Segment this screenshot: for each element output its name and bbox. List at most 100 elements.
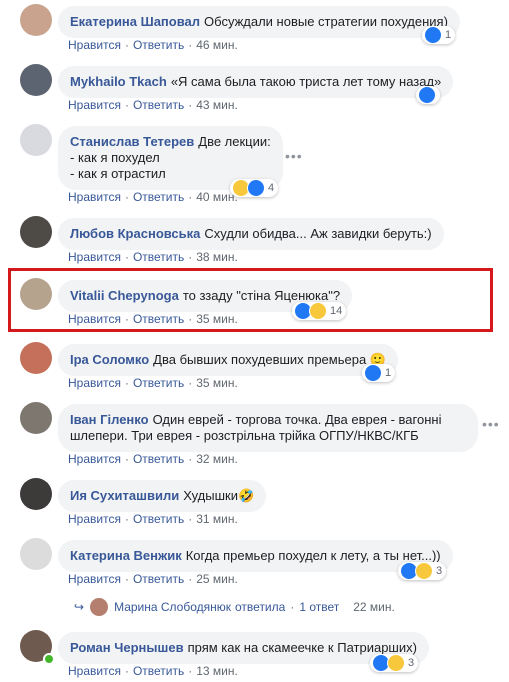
like-link[interactable]: Нравится (68, 250, 121, 264)
comment-text: Схудли обидва... Аж завидки беруть:) (204, 226, 432, 241)
comment-actions: Нравится · Ответить · 13 мин. (68, 664, 238, 678)
comment-text: прям как на скамеечке к Патриарших) (187, 640, 417, 655)
comment-text: Один еврей - торгова точка. Два еврея - … (152, 412, 442, 427)
reactions-badge[interactable]: 1 (362, 364, 396, 382)
comment-text: Худышки (183, 488, 238, 503)
comment-actions: Нравится · Ответить · 25 мин. (68, 572, 238, 586)
reply-link[interactable]: Ответить (133, 512, 184, 526)
comment-time[interactable]: 38 мин. (196, 250, 238, 264)
comment-actions: Нравится · Ответить · 31 мин. (68, 512, 238, 526)
reply-author[interactable]: Марина Слободянюк (114, 600, 231, 614)
like-reaction-icon (247, 179, 265, 197)
comment-author[interactable]: Ия Сухиташвили (70, 488, 179, 503)
reply-time: 22 мин. (353, 600, 395, 614)
reactions-badge[interactable]: 3 (398, 562, 447, 580)
online-indicator (43, 653, 55, 665)
reactions-badge[interactable]: 4 (230, 179, 279, 197)
comment-author[interactable]: Любов Красновська (70, 226, 200, 241)
avatar[interactable] (20, 4, 52, 36)
comment-author[interactable]: Станислав Тетерев (70, 134, 194, 149)
more-options-icon[interactable]: ••• (285, 148, 303, 164)
like-link[interactable]: Нравится (68, 312, 121, 326)
comment-text: - как я отрастил (70, 166, 166, 181)
like-link[interactable]: Нравится (68, 572, 121, 586)
comment-time[interactable]: 25 мин. (196, 572, 238, 586)
reply-link[interactable]: Ответить (133, 376, 184, 390)
comment-author[interactable]: Катерина Венжик (70, 548, 182, 563)
avatar[interactable] (20, 278, 52, 310)
like-link[interactable]: Нравится (68, 452, 121, 466)
avatar (90, 598, 109, 616)
reply-arrow-icon: ↪ (74, 600, 85, 614)
avatar[interactable] (20, 342, 52, 374)
avatar[interactable] (20, 538, 52, 570)
comment-author[interactable]: Роман Чернышев (70, 640, 184, 655)
comment-bubble: Екатерина Шаповал Обсуждали новые стратег… (58, 6, 460, 38)
comment-actions: Нравится · Ответить · 43 мин. (68, 98, 238, 112)
comment-time[interactable]: 35 мин. (196, 376, 238, 390)
reply-link[interactable]: Ответить (133, 312, 184, 326)
reply-link[interactable]: Ответить (133, 190, 184, 204)
avatar[interactable] (20, 478, 52, 510)
reply-count[interactable]: 1 ответ (299, 600, 339, 614)
comment-text: Два бывших похудевших премьера (153, 352, 367, 367)
comment-time[interactable]: 32 мин. (196, 452, 238, 466)
comment-bubble: Іван Гіленко Один еврей - торгова точка. … (58, 404, 478, 452)
reply-link[interactable]: Ответить (133, 572, 184, 586)
comment-text: Две лекции: (198, 134, 271, 149)
comment-bubble: Ия Сухиташвили Худышки🤣 (58, 480, 267, 512)
reply-link[interactable]: Ответить (133, 250, 184, 264)
like-link[interactable]: Нравится (68, 190, 121, 204)
reactions-badge[interactable]: 1 (422, 26, 456, 44)
reply-summary[interactable]: ↪ Марина Слободянюк ответила · 1 ответ 2… (74, 598, 395, 616)
comment-author[interactable]: Іра Соломко (70, 352, 149, 367)
comment-time[interactable]: 31 мин. (196, 512, 238, 526)
comment-author[interactable]: Екатерина Шаповал (70, 14, 200, 29)
comment-text: шлепери. Три еврея - розстрільна трійка … (70, 428, 419, 443)
reactions-badge[interactable]: 14 (292, 302, 347, 320)
reply-link[interactable]: Ответить (133, 664, 184, 678)
comment-bubble: Іра Соломко Два бывших похудевших премьер… (58, 344, 398, 376)
reply-link[interactable]: Ответить (133, 38, 184, 52)
comment-text: то ззаду "стіна Яценюка"? (182, 288, 341, 303)
comment-text: «Я сама была такою триста лет тому назад… (170, 74, 442, 89)
like-link[interactable]: Нравится (68, 38, 121, 52)
avatar[interactable] (20, 124, 52, 156)
comment-bubble: Любов Красновська Схудли обидва... Аж зав… (58, 218, 444, 250)
comment-bubble: Mykhailo Tkach «Я сама была такою триста … (58, 66, 454, 98)
reply-link[interactable]: Ответить (133, 452, 184, 466)
like-link[interactable]: Нравится (68, 664, 121, 678)
reply-link[interactable]: Ответить (133, 98, 184, 112)
avatar[interactable] (20, 402, 52, 434)
comment-author[interactable]: Mykhailo Tkach (70, 74, 167, 89)
comment-actions: Нравится · Ответить · 38 мин. (68, 250, 238, 264)
reaction-count: 3 (408, 657, 415, 669)
avatar[interactable] (20, 216, 52, 248)
comment-text: Когда премьер похудел к лету, а ты нет..… (185, 548, 441, 563)
like-link[interactable]: Нравится (68, 98, 121, 112)
haha-reaction-icon (415, 562, 433, 580)
comment-time[interactable]: 35 мин. (196, 312, 238, 326)
comment-author[interactable]: Іван Гіленко (70, 412, 149, 427)
comment-author[interactable]: Vitalii Chepynoga (70, 288, 179, 303)
reply-verb: ответила (235, 600, 286, 614)
comment-time[interactable]: 43 мин. (196, 98, 238, 112)
reactions-badge[interactable]: 3 (370, 654, 419, 672)
comment-actions: Нравится · Ответить · 35 мин. (68, 376, 238, 390)
laugh-emoji-icon: 🤣 (237, 488, 255, 503)
avatar[interactable] (20, 64, 52, 96)
reaction-count: 3 (436, 565, 443, 577)
reply-separator: · (290, 600, 295, 614)
more-options-icon[interactable]: ••• (482, 416, 500, 432)
like-link[interactable]: Нравится (68, 512, 121, 526)
comment-time[interactable]: 46 мин. (196, 38, 238, 52)
comment-actions: Нравится · Ответить · 46 мин. (68, 38, 238, 52)
like-reaction-icon (418, 86, 436, 104)
reaction-count: 1 (445, 29, 452, 41)
reactions-badge[interactable] (416, 86, 440, 104)
reaction-count: 1 (385, 367, 392, 379)
like-reaction-icon (364, 364, 382, 382)
comment-time[interactable]: 13 мин. (196, 664, 238, 678)
like-link[interactable]: Нравится (68, 376, 121, 390)
comment-bubble: Катерина Венжик Когда премьер похудел к л… (58, 540, 453, 572)
